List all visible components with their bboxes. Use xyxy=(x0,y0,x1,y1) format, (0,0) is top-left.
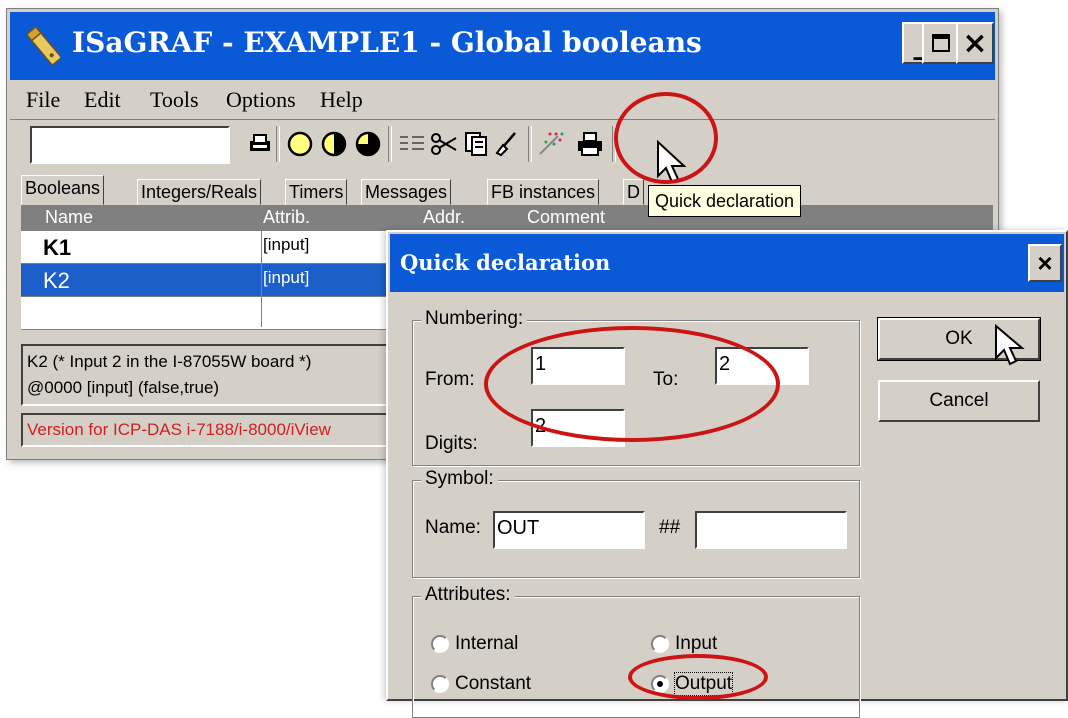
from-label: From: xyxy=(425,369,475,390)
attributes-group: Attributes: Internal Input Constant Outp… xyxy=(412,584,860,718)
suffix-label: ## xyxy=(659,517,681,538)
numbering-label: Numbering: xyxy=(421,308,528,330)
attributes-label: Attributes: xyxy=(421,584,515,606)
dialog-title-bar[interactable]: Quick declaration × xyxy=(390,234,1064,292)
highlight-ellipse-output xyxy=(628,654,768,700)
tab-timers[interactable]: Timers xyxy=(285,179,348,205)
menu-file[interactable]: File xyxy=(26,87,60,113)
maximize-icon xyxy=(932,34,950,52)
radio-input[interactable] xyxy=(651,635,669,653)
print-icon[interactable] xyxy=(246,130,274,158)
dialog-title: Quick declaration xyxy=(400,250,611,275)
info-line-1: K2 (* Input 2 in the I-87055W board *) xyxy=(27,352,312,371)
isagraf-app-icon xyxy=(28,25,60,67)
highlight-ellipse-numbering xyxy=(484,326,780,442)
mouse-cursor-icon xyxy=(995,324,1025,366)
menu-edit[interactable]: Edit xyxy=(84,87,121,113)
tab-messages[interactable]: Messages xyxy=(361,179,452,205)
column-name[interactable]: Name xyxy=(45,207,93,228)
circle-half-icon[interactable] xyxy=(320,130,348,158)
toolbar-combo[interactable] xyxy=(30,126,230,164)
table-header: Name Attrib. Addr. Comment xyxy=(21,205,993,231)
radio-input-label[interactable]: Input xyxy=(675,633,717,655)
column-comment[interactable]: Comment xyxy=(527,207,605,228)
copy-icon[interactable] xyxy=(462,130,490,158)
cut-icon[interactable] xyxy=(430,130,458,158)
dialog-close-button[interactable]: × xyxy=(1028,244,1062,282)
tab-fb-instances[interactable]: FB instances xyxy=(487,179,600,205)
menu-tools[interactable]: Tools xyxy=(150,87,199,113)
cancel-button[interactable]: Cancel xyxy=(878,380,1040,422)
list-icon[interactable] xyxy=(398,130,426,158)
circle-empty-icon[interactable] xyxy=(286,130,314,158)
menu-help[interactable]: Help xyxy=(320,87,363,113)
quick-declaration-icon[interactable] xyxy=(536,130,564,158)
circle-pie-icon[interactable] xyxy=(354,130,382,158)
tab-booleans[interactable]: Booleans xyxy=(21,175,105,205)
radio-constant-label[interactable]: Constant xyxy=(455,673,531,695)
tooltip: Quick declaration xyxy=(648,185,802,217)
row-attrib: [input] xyxy=(263,268,310,287)
brush-icon[interactable] xyxy=(492,130,520,158)
maximize-button[interactable] xyxy=(922,22,960,64)
row-attrib: [input] xyxy=(263,235,310,254)
radio-constant[interactable] xyxy=(431,675,449,693)
column-attrib[interactable]: Attrib. xyxy=(263,207,310,228)
column-addr[interactable]: Addr. xyxy=(423,207,465,228)
tab-integers-reals[interactable]: Integers/Reals xyxy=(137,179,262,205)
radio-internal-label[interactable]: Internal xyxy=(455,633,518,655)
title-bar[interactable]: ISaGRAF - EXAMPLE1 - Global booleans _ × xyxy=(10,12,995,80)
info-line-2: @0000 [input] (false,true) xyxy=(27,378,220,397)
quick-declaration-dialog: Quick declaration × Numbering: From: 1 T… xyxy=(386,230,1068,718)
window-title: ISaGRAF - EXAMPLE1 - Global booleans xyxy=(72,26,702,59)
menu-bar: File Edit Tools Options Help xyxy=(10,83,995,117)
symbol-label: Symbol: xyxy=(421,468,498,490)
toolbar xyxy=(10,119,995,168)
radio-internal[interactable] xyxy=(431,635,449,653)
name-label: Name: xyxy=(425,517,481,538)
symbol-group: Symbol: Name: OUT ## xyxy=(412,468,860,578)
highlight-ellipse-toolbar xyxy=(614,92,718,184)
menu-options[interactable]: Options xyxy=(226,87,296,113)
row-name: K1 xyxy=(43,235,72,260)
suffix-field[interactable] xyxy=(695,511,847,549)
close-button[interactable]: × xyxy=(956,22,994,64)
name-field[interactable]: OUT xyxy=(493,511,645,549)
tab-defined-words[interactable]: D xyxy=(623,179,644,205)
row-name: K2 xyxy=(43,268,70,293)
printer-icon[interactable] xyxy=(576,130,604,158)
digits-label: Digits: xyxy=(425,433,478,454)
